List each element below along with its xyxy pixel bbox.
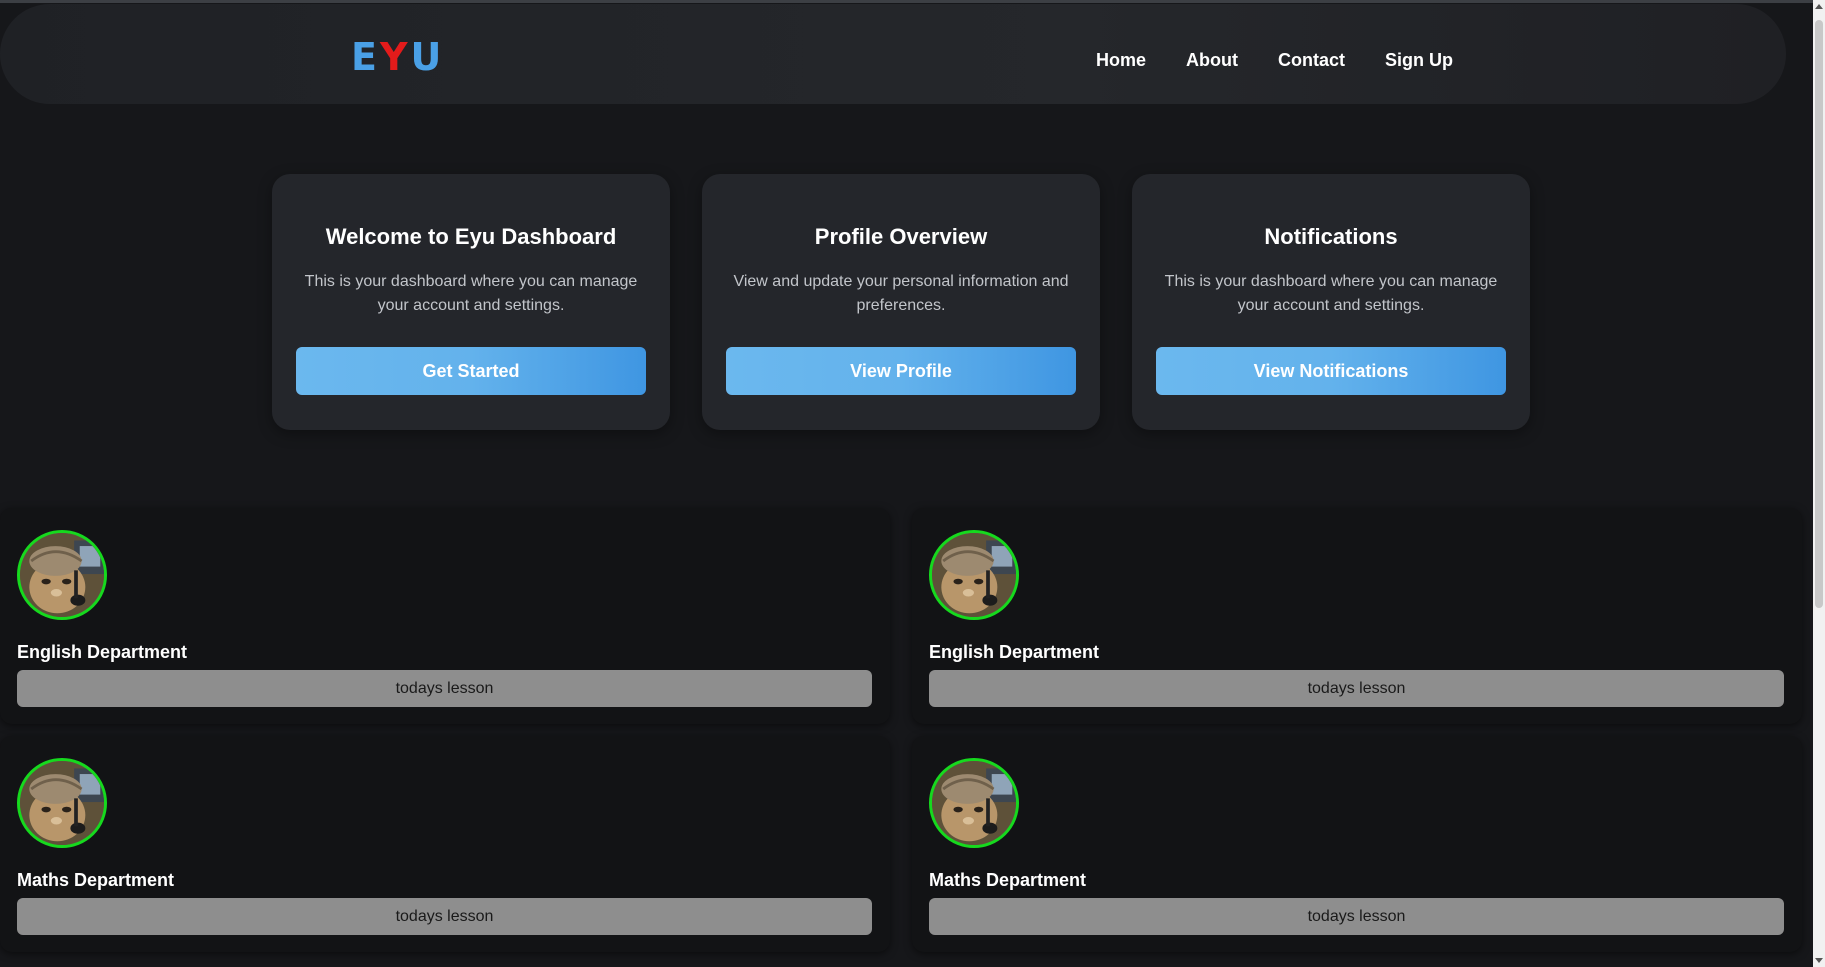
view-profile-button[interactable]: View Profile: [726, 347, 1076, 395]
browser-top-edge: [0, 0, 1825, 3]
avatar: [929, 758, 1019, 848]
department-title: English Department: [929, 642, 1100, 662]
cat-avatar-icon: [20, 533, 104, 617]
page-scrollbar[interactable]: [1813, 0, 1825, 967]
todays-lesson-button[interactable]: todays lesson: [929, 670, 1784, 707]
avatar: [929, 530, 1019, 620]
welcome-card: Welcome to Eyu Dashboard This is your da…: [272, 174, 670, 430]
welcome-card-text: This is your dashboard where you can man…: [304, 273, 638, 314]
department-grid: English Department todays lesson English…: [0, 508, 1803, 952]
notifications-card-text: This is your dashboard where you can man…: [1164, 273, 1498, 314]
navbar: EYU Home About Contact Sign Up: [0, 4, 1786, 104]
nav-link-sign-up[interactable]: Sign Up: [1385, 46, 1453, 74]
todays-lesson-button[interactable]: todays lesson: [17, 670, 872, 707]
get-started-button[interactable]: Get Started: [296, 347, 646, 395]
nav-link-contact[interactable]: Contact: [1278, 46, 1345, 74]
logo-letter-u: U: [410, 35, 445, 79]
department-card: English Department todays lesson: [0, 508, 890, 724]
department-card: English Department todays lesson: [912, 508, 1802, 724]
logo-letter-e: E: [351, 35, 380, 79]
nav-link-about[interactable]: About: [1186, 46, 1238, 74]
notifications-card: Notifications This is your dashboard whe…: [1132, 174, 1530, 430]
todays-lesson-button[interactable]: todays lesson: [929, 898, 1784, 935]
avatar: [17, 530, 107, 620]
profile-card: Profile Overview View and update your pe…: [702, 174, 1100, 430]
logo[interactable]: EYU: [351, 34, 444, 80]
profile-card-text: View and update your personal informatio…: [733, 273, 1069, 314]
nav-link-home[interactable]: Home: [1096, 46, 1146, 74]
todays-lesson-button[interactable]: todays lesson: [17, 898, 872, 935]
department-title: Maths Department: [929, 870, 1087, 890]
welcome-card-title: Welcome to Eyu Dashboard: [325, 224, 617, 249]
notifications-card-title: Notifications: [1264, 224, 1398, 249]
avatar: [17, 758, 107, 848]
cat-avatar-icon: [932, 533, 1016, 617]
department-title: English Department: [17, 642, 188, 662]
cat-avatar-icon: [932, 761, 1016, 845]
department-title: Maths Department: [17, 870, 175, 890]
profile-card-title: Profile Overview: [814, 224, 988, 249]
logo-letter-y: Y: [379, 35, 411, 79]
department-card: Maths Department todays lesson: [912, 736, 1802, 952]
dashboard-cards: Welcome to Eyu Dashboard This is your da…: [272, 174, 1530, 430]
department-card: Maths Department todays lesson: [0, 736, 890, 952]
scrollbar-thumb[interactable]: [1815, 20, 1823, 608]
view-notifications-button[interactable]: View Notifications: [1156, 347, 1506, 395]
cat-avatar-icon: [20, 761, 104, 845]
scroll-down-arrow-icon[interactable]: [1815, 958, 1823, 963]
scroll-up-arrow-icon[interactable]: [1815, 4, 1823, 9]
nav-links: Home About Contact Sign Up: [1096, 46, 1493, 74]
